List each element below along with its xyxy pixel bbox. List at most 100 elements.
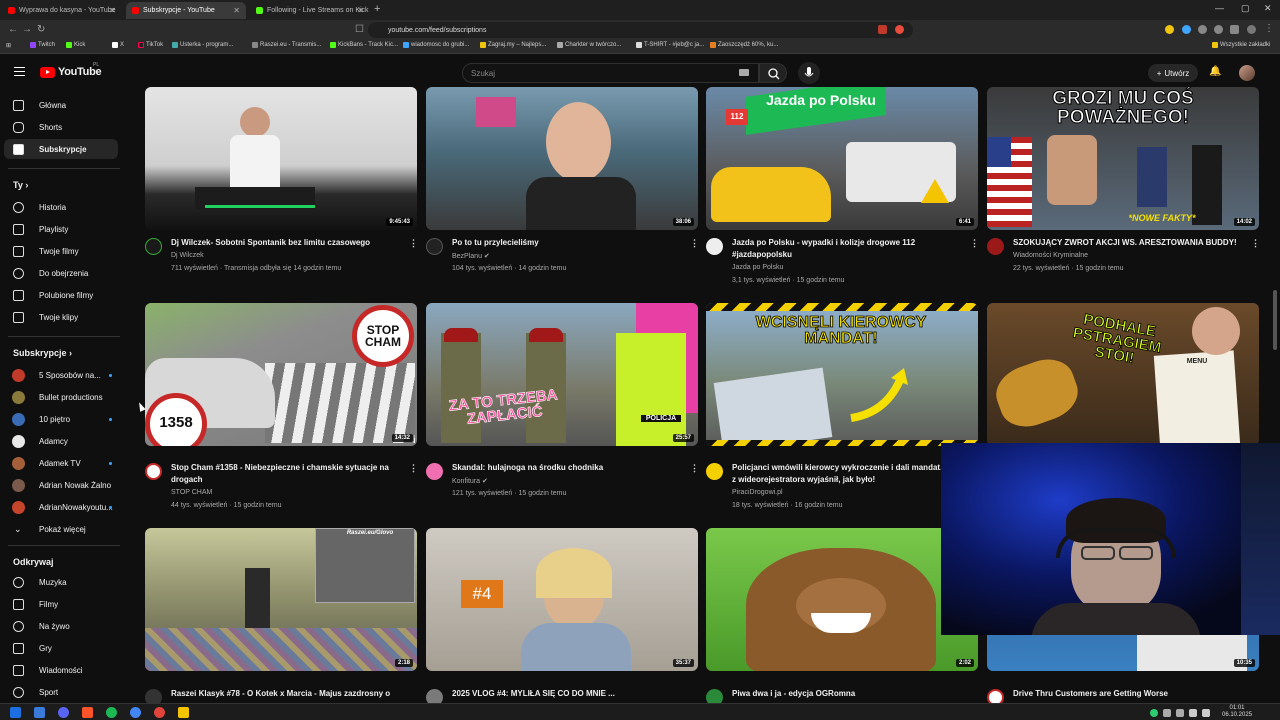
video-title[interactable]: SZOKUJĄCY ZWROT AKCJI WS. ARESZTOWANIA B… xyxy=(1013,237,1245,249)
bookmark-item[interactable]: Zaoszczędź 60%, ku... xyxy=(710,42,778,48)
sidepanel-icon[interactable] xyxy=(1230,25,1239,34)
channel-name[interactable]: Konfitura ✔ xyxy=(452,477,488,485)
file-explorer-icon[interactable] xyxy=(34,707,45,718)
reload-icon[interactable]: ↻ xyxy=(37,24,45,35)
bookmark-item[interactable]: Charkter w twórczo... xyxy=(557,42,621,48)
channel-avatar[interactable] xyxy=(987,238,1004,255)
video-thumbnail[interactable]: GROZI MU COŚ POWAŻNEGO! *NOWE FAKTY* 14:… xyxy=(987,87,1259,230)
maximize-icon[interactable]: ▢ xyxy=(1241,3,1250,14)
search-button[interactable] xyxy=(759,63,787,83)
bookmark-item[interactable]: TikTok xyxy=(138,42,163,48)
channel-name[interactable]: Jazda po Polsku xyxy=(732,264,783,271)
sidebar-channel[interactable]: Adamcy xyxy=(4,431,118,451)
video-title[interactable]: Skandal: hulajnoga na środku chodnika xyxy=(452,462,684,474)
channel-name[interactable]: BezPlanu ✔ xyxy=(452,252,490,260)
bookmark-item[interactable]: Zagraj.my – Najleps... xyxy=(480,42,546,48)
tray-icon[interactable] xyxy=(1163,709,1171,717)
video-title[interactable]: Jazda po Polsku - wypadki i kolizje drog… xyxy=(732,237,964,261)
volume-icon[interactable] xyxy=(1202,709,1210,717)
app-icon[interactable] xyxy=(178,707,189,718)
sidebar-item-news[interactable]: Wiadomości xyxy=(4,660,118,680)
wifi-icon[interactable] xyxy=(1189,709,1197,717)
extension-icon[interactable] xyxy=(1165,25,1174,34)
video-title[interactable]: Stop Cham #1358 - Niebezpieczne i chamsk… xyxy=(171,462,403,486)
bookmark-item[interactable]: Usterka - program... xyxy=(172,42,233,48)
bookmark-item[interactable]: Twitch xyxy=(30,42,55,48)
notifications-bell-icon[interactable]: 🔔 xyxy=(1209,66,1221,77)
extension-icon[interactable] xyxy=(878,25,887,34)
you-section-header[interactable]: Ty › xyxy=(13,180,28,190)
video-title[interactable]: Raszei Klasyk #78 - O Kotek x Marcia - M… xyxy=(171,688,403,700)
close-tab-icon[interactable]: ✕ xyxy=(233,6,240,15)
sidebar-item-liked-videos[interactable]: Polubione filmy xyxy=(4,285,118,305)
subscriptions-section-header[interactable]: Subskrypcje › xyxy=(13,348,72,358)
new-tab-icon[interactable]: + xyxy=(374,3,380,15)
sidebar-item-watch-later[interactable]: Do obejrzenia xyxy=(4,263,118,283)
sidebar-item-live[interactable]: Na żywo xyxy=(4,616,118,636)
sidebar-item-sport[interactable]: Sport xyxy=(4,682,118,702)
system-clock[interactable]: 01:01 06.10.2025 xyxy=(1222,705,1252,719)
sidebar-item-shorts[interactable]: Shorts xyxy=(4,117,118,137)
address-bar[interactable]: youtube.com/feed/subscriptions xyxy=(368,22,913,38)
extension-icon[interactable] xyxy=(1214,25,1223,34)
sidebar-item-subscriptions[interactable]: Subskrypcje xyxy=(4,139,118,159)
video-thumbnail[interactable]: 2:02 xyxy=(706,528,978,671)
channel-avatar[interactable] xyxy=(426,463,443,480)
channel-avatar[interactable] xyxy=(706,238,723,255)
channel-avatar[interactable] xyxy=(706,463,723,480)
channel-name[interactable]: Wiadomości Kryminalne xyxy=(1013,252,1088,259)
page-scrollbar[interactable] xyxy=(1273,290,1277,350)
keyboard-icon[interactable] xyxy=(739,69,749,76)
apps-icon[interactable]: ⊞ xyxy=(6,42,11,49)
channel-avatar[interactable] xyxy=(145,238,162,255)
show-more-button[interactable]: ⌄ Pokaż więcej xyxy=(4,519,118,539)
close-window-icon[interactable]: ✕ xyxy=(1264,3,1272,14)
bookmarks-folder[interactable]: Wszystkie zakładki xyxy=(1212,42,1270,48)
video-title[interactable]: Dj Wilczek- Sobotni Spontanik bez limitu… xyxy=(171,237,403,249)
video-title[interactable]: 2025 VLOG #4: MYLIŁA SIĘ CO DO MNIE ... xyxy=(452,688,684,700)
extension-icon[interactable] xyxy=(1198,25,1207,34)
sidebar-item-gaming[interactable]: Gry xyxy=(4,638,118,658)
sidebar-channel[interactable]: AdrianNowakyoutu... xyxy=(4,497,118,517)
chrome-icon[interactable] xyxy=(130,707,141,718)
more-options-icon[interactable]: ⋮ xyxy=(409,238,418,249)
sidebar-channel[interactable]: Bullet productions xyxy=(4,387,118,407)
brave-icon[interactable] xyxy=(82,707,93,718)
channel-avatar[interactable] xyxy=(426,238,443,255)
channel-name[interactable]: PiraciDrogowi.pl xyxy=(732,489,783,496)
forward-icon[interactable]: → xyxy=(22,24,32,35)
minimize-icon[interactable]: — xyxy=(1215,3,1224,13)
close-tab-icon[interactable]: ✕ xyxy=(357,6,364,15)
hamburger-menu-icon[interactable] xyxy=(14,67,25,76)
browser-tab[interactable]: Wyprawa do kasyna - YouTube ✕ xyxy=(2,2,122,19)
more-options-icon[interactable]: ⋮ xyxy=(1251,238,1260,249)
sidebar-item-playlists[interactable]: Playlisty xyxy=(4,219,118,239)
back-icon[interactable]: ← xyxy=(8,24,18,35)
bookmark-item[interactable]: Raszei.eu - Transmis... xyxy=(252,42,321,48)
channel-avatar[interactable] xyxy=(145,463,162,480)
video-thumbnail[interactable]: 9:45:43 xyxy=(145,87,417,230)
sidebar-channel[interactable]: 5 Sposobów na... xyxy=(4,365,118,385)
video-thumbnail[interactable]: Jazda po Polsku 112 6:41 xyxy=(706,87,978,230)
video-thumbnail[interactable]: MENU PODHALE PSTRĄGIEM STOI! xyxy=(987,303,1259,446)
search-input[interactable]: Szukaj xyxy=(462,63,759,83)
sidebar-item-movies[interactable]: Filmy xyxy=(4,594,118,614)
browser-menu-icon[interactable]: ⋮ xyxy=(1264,23,1274,34)
discord-icon[interactable] xyxy=(58,707,69,718)
bookmark-star-icon[interactable]: ☐ xyxy=(355,24,364,35)
bookmark-item[interactable]: Kick xyxy=(66,42,85,48)
voice-search-button[interactable] xyxy=(798,62,820,84)
video-title[interactable]: Po to tu przylecieliśmy xyxy=(452,237,684,249)
sidebar-item-home[interactable]: Główna xyxy=(4,95,118,115)
video-thumbnail[interactable]: WCISNĘLI KIEROWCY MANDAT! xyxy=(706,303,978,446)
sidebar-item-your-clips[interactable]: Twoje klipy xyxy=(4,307,118,327)
video-thumbnail[interactable]: POLICJA ZA TO TRZEBA ZAPŁACIĆ 25:57 xyxy=(426,303,698,446)
more-options-icon[interactable]: ⋮ xyxy=(970,238,979,249)
sidebar-item-music[interactable]: Muzyka xyxy=(4,572,118,592)
account-avatar[interactable] xyxy=(1239,65,1255,81)
tray-icon[interactable] xyxy=(1150,709,1158,717)
bookmark-item[interactable]: T-SHIRT - #jeb@c ja... xyxy=(636,42,704,48)
sidebar-channel[interactable]: Adamek TV xyxy=(4,453,118,473)
create-button[interactable]: + Utwórz xyxy=(1148,64,1198,82)
more-options-icon[interactable]: ⋮ xyxy=(690,238,699,249)
